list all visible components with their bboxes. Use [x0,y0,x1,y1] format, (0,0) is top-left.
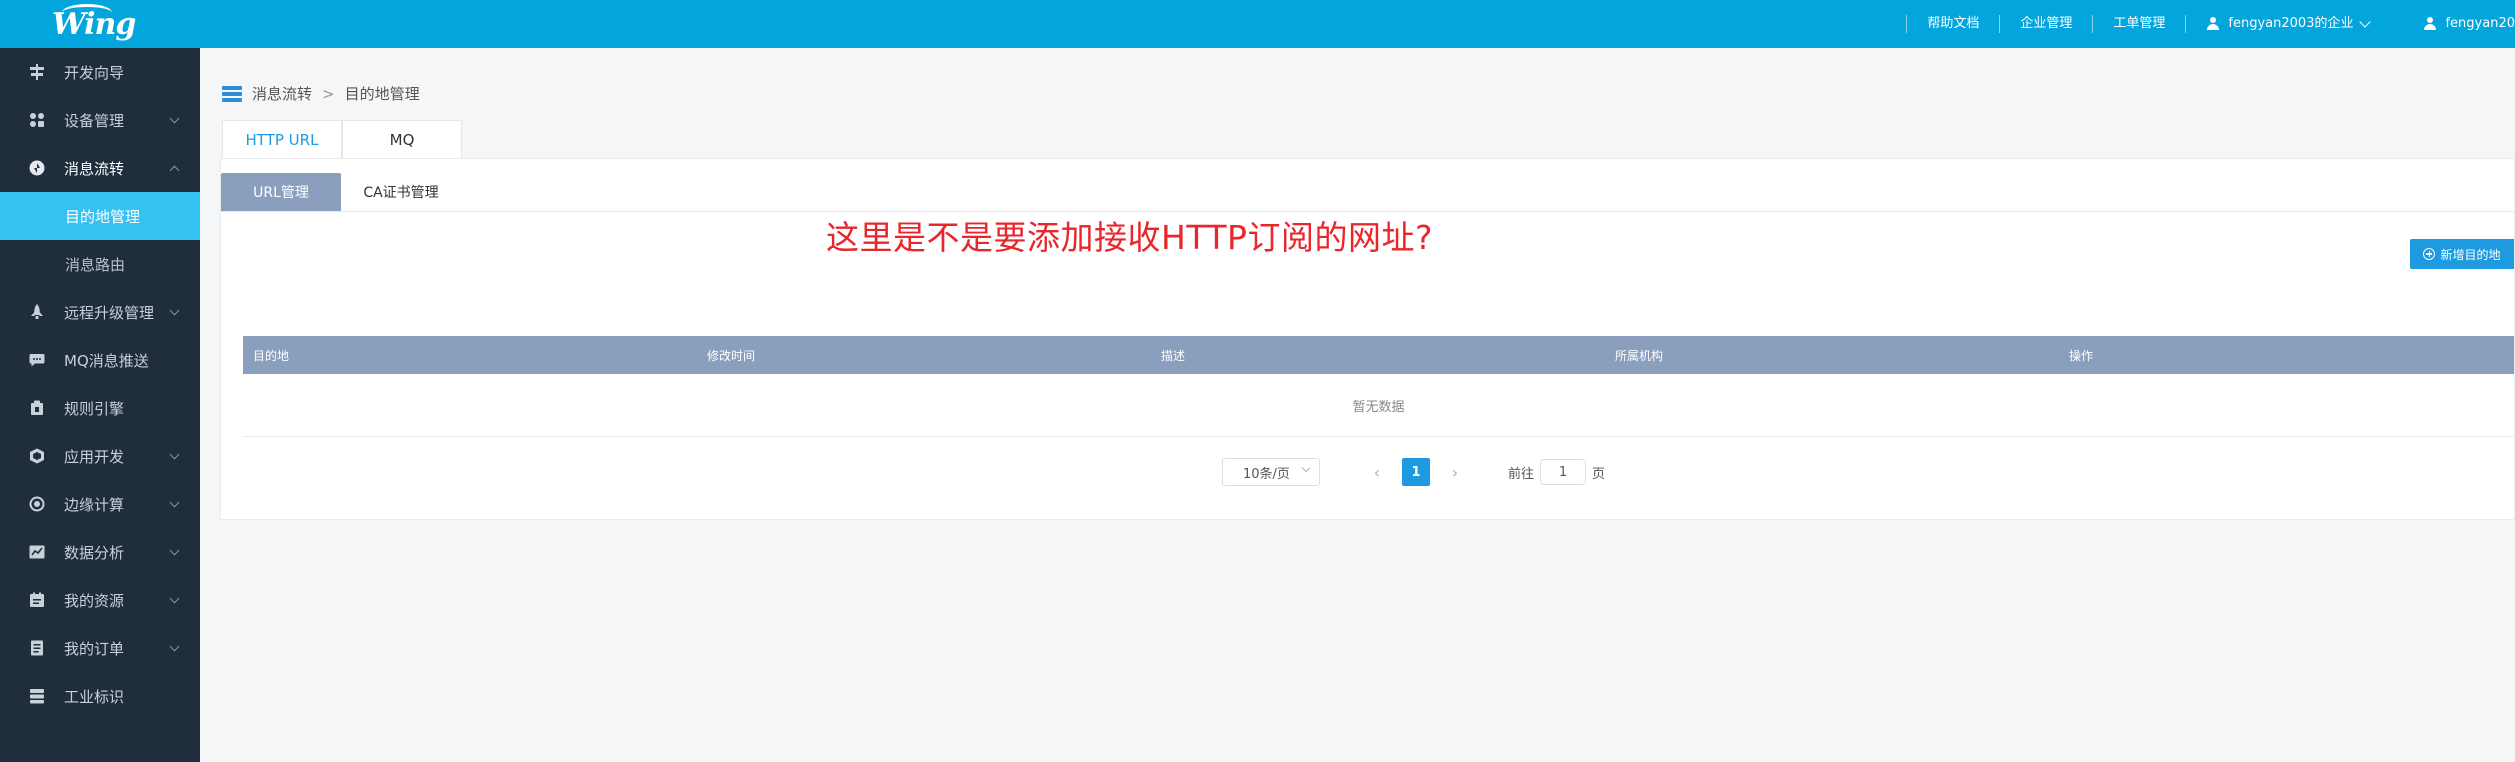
tab-ca-cert-management[interactable]: CA证书管理 [341,173,461,211]
sidebar-item-label: 规则引擎 [64,399,125,418]
app-dev-icon [28,447,46,465]
resources-icon [28,591,46,609]
column-header-destination: 目的地 [253,348,290,363]
breadcrumb-separator: > [322,84,335,103]
sidebar-item-edge-computing[interactable]: 边缘计算 [0,480,200,528]
chevron-down-icon [1301,463,1311,473]
sidebar-item-label: 边缘计算 [64,495,125,514]
chevron-down-icon [169,545,180,556]
page-size-value: 10条/页 [1243,466,1290,482]
tab-url-management[interactable]: URL管理 [221,173,341,211]
add-destination-label: 新增目的地 [2440,247,2501,262]
sidebar-item-label: 工业标识 [64,687,125,706]
page-size-select[interactable]: 10条/页 [1222,458,1320,486]
sidebar-item-ota[interactable]: 远程升级管理 [0,288,200,336]
chevron-up-icon [169,165,180,176]
protocol-tabs: HTTP URL MQ [222,120,462,159]
sidebar-item-devices[interactable]: 设备管理 [0,96,200,144]
industry-id-icon [28,687,46,705]
sidebar-subitem-destination-management[interactable]: 目的地管理 [0,192,200,240]
main-content: 消息流转 > 目的地管理 HTTP URL MQ URL管理 CA证书管理 这里… [200,48,2515,762]
chevron-down-icon [169,641,180,652]
next-page-button[interactable]: › [1440,463,1470,482]
sidebar-item-label: 数据分析 [64,543,125,562]
column-header-actions: 操作 [2069,348,2094,363]
sidebar-item-rule-engine[interactable]: 规则引擎 [0,384,200,432]
ticket-management-link[interactable]: 工单管理 [2092,15,2185,33]
top-nav: 帮助文档 企业管理 工单管理 fengyan2003的企业 fengyan20 [1906,0,2515,48]
sidebar-item-label: 我的资源 [64,591,125,610]
message-flow-icon [28,159,46,177]
sidebar-item-label: 设备管理 [64,111,125,130]
goto-label: 前往 [1508,466,1535,482]
sidebar-item-app-dev[interactable]: 应用开发 [0,432,200,480]
goto-page-input[interactable]: 1 [1540,459,1587,485]
sidebar-item-label: 消息流转 [64,159,125,178]
edge-icon [28,495,46,513]
destination-table: 目的地 修改时间 描述 所属机构 操作 暂无数据 [243,336,2514,437]
chat-icon [28,351,46,369]
guide-icon [28,63,46,81]
sidebar-subitem-message-routing[interactable]: 消息路由 [0,240,200,288]
plus-circle-icon [2423,248,2436,260]
chevron-down-icon [169,497,180,508]
analytics-icon [28,543,46,561]
enterprise-switcher[interactable]: fengyan2003的企业 [2185,15,2389,33]
page-unit-label: 页 [1592,466,1606,482]
enterprise-name: fengyan2003的企业 [2228,16,2354,31]
content-panel: URL管理 CA证书管理 这里是不是要添加接收HTTP订阅的网址? 新增目的地 … [220,158,2515,520]
rocket-icon [28,303,46,321]
username: fengyan20 [2445,16,2515,31]
user-menu[interactable]: fengyan20 [2389,15,2515,33]
tab-mq[interactable]: MQ [342,120,462,159]
breadcrumb-item-current: 目的地管理 [344,85,420,103]
sidebar-item-label: 远程升级管理 [64,303,155,322]
annotation-text: 这里是不是要添加接收HTTP订阅的网址? [826,218,1433,257]
sidebar-item-label: 我的订单 [64,639,125,658]
sidebar-item-label: 应用开发 [64,447,125,466]
sidebar-item-message-flow[interactable]: 消息流转 [0,144,200,192]
table-empty-text: 暂无数据 [243,374,2514,437]
user-icon [2423,17,2437,31]
chevron-down-icon [169,593,180,604]
add-destination-button[interactable]: 新增目的地 [2410,239,2514,269]
logo-swoosh [62,4,112,21]
table-header: 目的地 修改时间 描述 所属机构 操作 [243,336,2514,374]
sub-tabs: URL管理 CA证书管理 [221,173,2514,212]
sidebar-item-my-orders[interactable]: 我的订单 [0,624,200,672]
sidebar-item-dev-guide[interactable]: 开发向导 [0,48,200,96]
user-icon [2206,17,2220,31]
sidebar-item-industrial-id[interactable]: 工业标识 [0,672,200,720]
sidebar: 开发向导 设备管理 消息流转 目的地管理 消息路由 远程升级管理 MQ消息推送 … [0,48,200,762]
page-number-current[interactable]: 1 [1402,458,1430,486]
sidebar-item-mq-push[interactable]: MQ消息推送 [0,336,200,384]
sidebar-item-label: 开发向导 [64,63,125,82]
rule-icon [28,399,46,417]
sidebar-item-data-analysis[interactable]: 数据分析 [0,528,200,576]
breadcrumb: 消息流转 > 目的地管理 [222,83,420,104]
help-docs-link[interactable]: 帮助文档 [1906,15,1999,33]
chevron-down-icon [2359,16,2372,28]
column-header-modified-time: 修改时间 [707,348,756,363]
logo[interactable]: Wing [52,2,136,46]
sidebar-item-my-resources[interactable]: 我的资源 [0,576,200,624]
chevron-down-icon [169,113,180,124]
enterprise-management-link[interactable]: 企业管理 [1999,15,2092,33]
sidebar-item-label: MQ消息推送 [64,351,149,370]
devices-icon [28,111,46,129]
column-header-description: 描述 [1161,348,1186,363]
orders-icon [28,639,46,657]
column-header-organization: 所属机构 [1615,348,1664,363]
tab-http-url[interactable]: HTTP URL [222,120,342,159]
top-bar: Wing 帮助文档 企业管理 工单管理 fengyan2003的企业 fengy… [0,0,2515,48]
breadcrumb-item[interactable]: 消息流转 [252,83,312,104]
chevron-down-icon [169,449,180,460]
breadcrumb-stack-icon [222,85,242,103]
prev-page-button[interactable]: ‹ [1362,463,1392,482]
chevron-down-icon [169,305,180,316]
pagination: 10条/页 ‹ 1 › 前往 1 页 [1222,457,1605,487]
